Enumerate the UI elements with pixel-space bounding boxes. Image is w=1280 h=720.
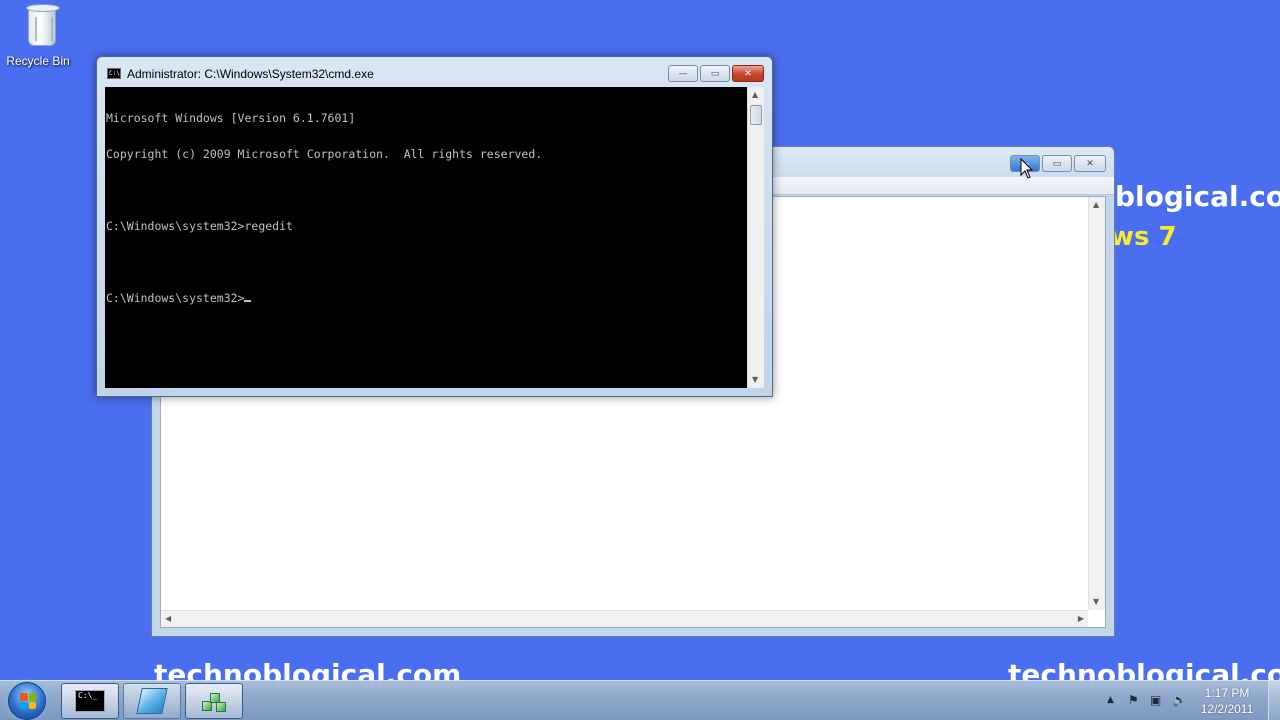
- command-prompt-icon[interactable]: C:\.: [107, 68, 123, 79]
- console-line: C:\Windows\system32>regedit: [106, 219, 293, 233]
- scroll-left-arrow-icon[interactable]: ◀: [165, 615, 171, 623]
- recycle-bin-icon: [26, 4, 60, 46]
- console-prompt-line[interactable]: C:\Windows\system32>: [106, 292, 746, 304]
- scroll-up-arrow-icon[interactable]: ▲: [752, 91, 758, 99]
- mouse-pointer-icon: [1020, 157, 1034, 184]
- show-desktop-button[interactable]: [1268, 681, 1280, 720]
- taskbar: C:\_ ▲ ⚑ ▣ 🔈 1:17 PM 12/2/2011: [0, 680, 1280, 720]
- wallpaper-url-bottom-left: technoblogical.com: [154, 658, 462, 680]
- minimize-button[interactable]: —: [668, 65, 698, 82]
- scroll-up-arrow-icon[interactable]: ▲: [1093, 201, 1099, 209]
- command-prompt-icon: C:\_: [75, 690, 105, 712]
- vertical-scrollbar[interactable]: ▲ ▼: [747, 87, 764, 388]
- window-caption-buttons: — ▭ ✕: [668, 65, 764, 82]
- notification-area: ▲ ⚑ ▣ 🔈 1:17 PM 12/2/2011: [1100, 681, 1280, 720]
- taskbar-button-regedit[interactable]: [185, 683, 243, 719]
- network-icon[interactable]: ▣: [1150, 693, 1161, 707]
- close-button[interactable]: ✕: [732, 65, 764, 82]
- windows-logo-icon: [20, 693, 36, 709]
- vertical-scrollbar[interactable]: ▲ ▼: [1088, 197, 1105, 610]
- text-cursor: [244, 300, 252, 302]
- maximize-button[interactable]: ▭: [1042, 155, 1072, 172]
- wallpaper-subtitle: ws 7: [1110, 222, 1177, 252]
- clock-date: 12/2/2011: [1200, 702, 1254, 716]
- console-line: Copyright (c) 2009 Microsoft Corporation…: [106, 147, 543, 161]
- command-prompt-window[interactable]: C:\. Administrator: C:\Windows\System32\…: [96, 56, 773, 397]
- wallpaper-url-bottom-right: technoblogical.co: [1008, 658, 1280, 680]
- scroll-right-arrow-icon[interactable]: ▶: [1078, 615, 1084, 623]
- wallpaper-url-top-right: blogical.co: [1115, 180, 1280, 213]
- maximize-button[interactable]: ▭: [700, 65, 730, 82]
- taskbar-button-ie[interactable]: [123, 683, 181, 719]
- window-titlebar[interactable]: C:\. Administrator: C:\Windows\System32\…: [97, 57, 772, 87]
- volume-icon[interactable]: 🔈: [1172, 693, 1187, 707]
- console-prompt: C:\Windows\system32>: [106, 291, 245, 305]
- internet-explorer-icon: [136, 688, 168, 714]
- taskbar-button-cmd[interactable]: C:\_: [61, 683, 119, 719]
- window-title: Administrator: C:\Windows\System32\cmd.e…: [127, 67, 374, 81]
- scroll-down-arrow-icon[interactable]: ▼: [1093, 598, 1099, 606]
- registry-editor-icon: [200, 687, 228, 715]
- scrollbar-thumb[interactable]: [750, 105, 762, 125]
- close-button[interactable]: ✕: [1074, 155, 1106, 172]
- console-line: Microsoft Windows [Version 6.1.7601]: [106, 111, 356, 125]
- recycle-bin-shortcut[interactable]: Recycle Bin: [4, 2, 72, 72]
- console-output[interactable]: Microsoft Windows [Version 6.1.7601] Cop…: [105, 87, 747, 388]
- start-button[interactable]: [8, 682, 46, 720]
- horizontal-scrollbar[interactable]: ◀ ▶: [161, 610, 1088, 627]
- system-clock[interactable]: 1:17 PM 12/2/2011: [1192, 685, 1262, 717]
- scroll-down-arrow-icon[interactable]: ▼: [752, 376, 758, 384]
- clock-time: 1:17 PM: [1204, 686, 1250, 700]
- action-center-flag-icon[interactable]: ⚑: [1128, 693, 1139, 707]
- show-hidden-icons-icon[interactable]: ▲: [1107, 695, 1114, 705]
- recycle-bin-label: Recycle Bin: [6, 54, 70, 68]
